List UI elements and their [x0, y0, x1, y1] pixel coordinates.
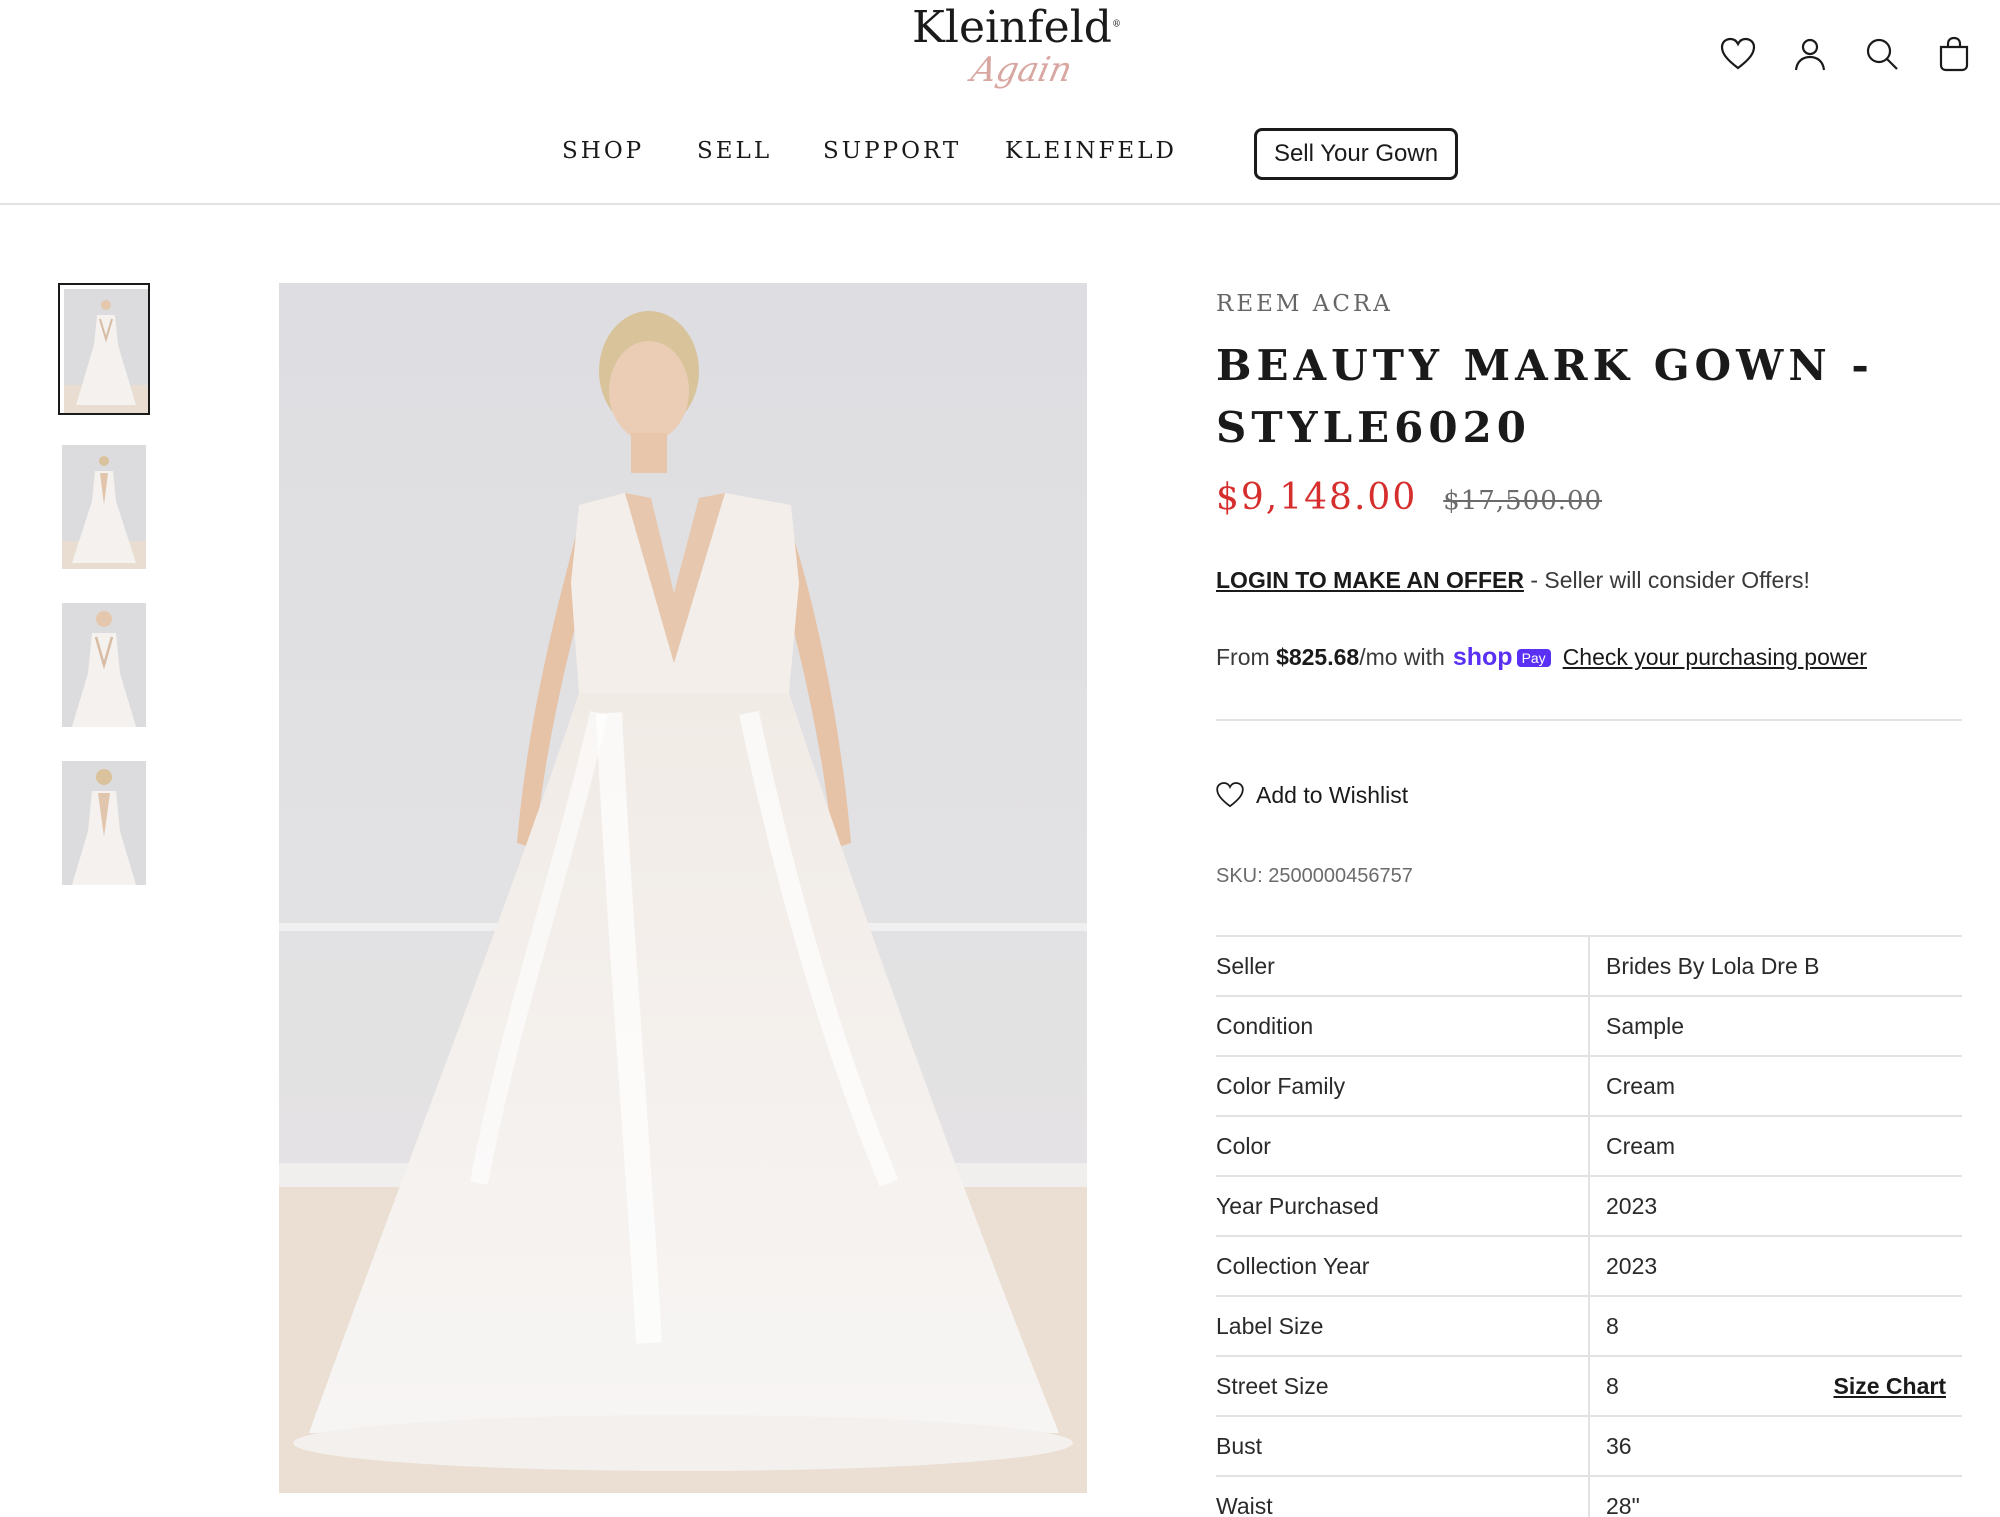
thumbnail-3[interactable]: [58, 599, 150, 731]
nav-support[interactable]: SUPPORT: [823, 138, 961, 164]
nav-shop[interactable]: SHOP: [562, 138, 644, 164]
spec-label: Waist: [1216, 1493, 1273, 1517]
spec-value: 2023: [1606, 1193, 1658, 1219]
account-icon[interactable]: [1790, 34, 1830, 74]
dress-back-thumbnail-image: [62, 445, 146, 569]
spec-row: Color Family Cream: [1216, 1057, 1962, 1117]
spec-label: Label Size: [1216, 1313, 1324, 1339]
spec-value: 8: [1606, 1313, 1619, 1339]
shop-pay-logo: shop: [1452, 643, 1513, 671]
site-logo[interactable]: Kleinfeld® Again: [912, 2, 1121, 102]
logo-script: Again: [967, 50, 1076, 90]
spec-row: Collection Year 2023: [1216, 1237, 1962, 1297]
product-sku: SKU: 2500000456757: [1216, 865, 1413, 887]
spec-value: 2023: [1606, 1253, 1658, 1279]
sell-your-gown-button[interactable]: Sell Your Gown: [1254, 128, 1458, 180]
bag-icon[interactable]: [1934, 34, 1974, 74]
spec-label: Collection Year: [1216, 1253, 1370, 1279]
thumbnail-1[interactable]: [58, 283, 150, 415]
spec-value: 28": [1606, 1493, 1640, 1517]
spec-row: Street Size 8 Size Chart: [1216, 1357, 1962, 1417]
spec-row: Waist 28": [1216, 1477, 1962, 1517]
spec-value: Brides By Lola Dre B: [1606, 953, 1820, 979]
spec-label: Street Size: [1216, 1373, 1329, 1399]
spec-value: Cream: [1606, 1133, 1676, 1159]
nav-sell[interactable]: SELL: [697, 138, 772, 164]
spec-table: Seller Brides By Lola Dre B Condition Samp…: [1216, 935, 1962, 1517]
price-row: $9,148.00 $17,500.00: [1216, 477, 1602, 518]
header-actions: [1718, 34, 1974, 74]
main-product-image[interactable]: [279, 283, 1087, 1493]
spec-value: Cream: [1606, 1073, 1676, 1099]
spec-row: Color Cream: [1216, 1117, 1962, 1177]
spec-label: Year Purchased: [1216, 1193, 1379, 1219]
offer-note: - Seller will consider Offers!: [1523, 567, 1810, 593]
sale-price: $9,148.00: [1216, 477, 1418, 518]
dress-front-close-thumbnail-image: [62, 603, 146, 727]
dress-front-thumbnail-image: [64, 289, 148, 413]
spec-value: Sample: [1606, 1013, 1684, 1039]
spec-label: Bust: [1216, 1433, 1263, 1459]
heart-icon: [1216, 782, 1244, 808]
add-to-wishlist-button[interactable]: Add to Wishlist: [1214, 779, 1408, 811]
spec-label: Color Family: [1216, 1073, 1346, 1099]
purchasing-power-link[interactable]: Check your purchasing power: [1563, 644, 1867, 671]
logo-wordmark: Kleinfeld®: [912, 2, 1121, 53]
installment-suffix: /mo with: [1359, 644, 1445, 670]
spec-value: 8: [1606, 1373, 1619, 1399]
spec-label: Condition: [1216, 1013, 1314, 1039]
spec-value: 36: [1606, 1433, 1632, 1459]
original-price: $17,500.00: [1443, 486, 1603, 516]
size-chart-link[interactable]: Size Chart: [1834, 1373, 1946, 1400]
installment-row: From $825.68/mo with shop Pay Check your…: [1216, 643, 1867, 672]
dress-back-close-thumbnail-image: [62, 761, 146, 885]
product-brand[interactable]: REEM ACRA: [1216, 291, 1393, 317]
spec-row: Bust 36: [1216, 1417, 1962, 1477]
shop-pay-badge: Pay: [1516, 648, 1551, 667]
heart-icon[interactable]: [1718, 34, 1758, 74]
offer-row: LOGIN TO MAKE AN OFFER - Seller will con…: [1216, 567, 1810, 594]
search-icon[interactable]: [1862, 34, 1902, 74]
spec-label: Seller: [1216, 953, 1275, 979]
spec-row: Seller Brides By Lola Dre B: [1216, 937, 1962, 997]
thumbnail-2[interactable]: [58, 441, 150, 573]
installment-prefix: From: [1216, 644, 1270, 670]
wedding-gown-photo: [279, 283, 1087, 1493]
thumbnail-4[interactable]: [58, 757, 150, 889]
installment-amount: $825.68: [1276, 644, 1360, 670]
spec-row: Label Size 8: [1216, 1297, 1962, 1357]
spec-label: Color: [1216, 1133, 1271, 1159]
header-divider: [0, 203, 2000, 205]
spec-row: Year Purchased 2023: [1216, 1177, 1962, 1237]
main-nav: SHOP SELL SUPPORT KLEINFELD Sell Your Go…: [0, 128, 2000, 180]
login-to-make-offer-link[interactable]: LOGIN TO MAKE AN OFFER: [1216, 567, 1524, 593]
product-title: BEAUTY MARK GOWN - STYLE6020: [1216, 341, 1874, 452]
spec-row: Condition Sample: [1216, 997, 1962, 1057]
wishlist-label: Add to Wishlist: [1256, 781, 1409, 808]
info-divider: [1216, 719, 1962, 721]
nav-kleinfeld[interactable]: KLEINFELD: [1005, 138, 1177, 164]
